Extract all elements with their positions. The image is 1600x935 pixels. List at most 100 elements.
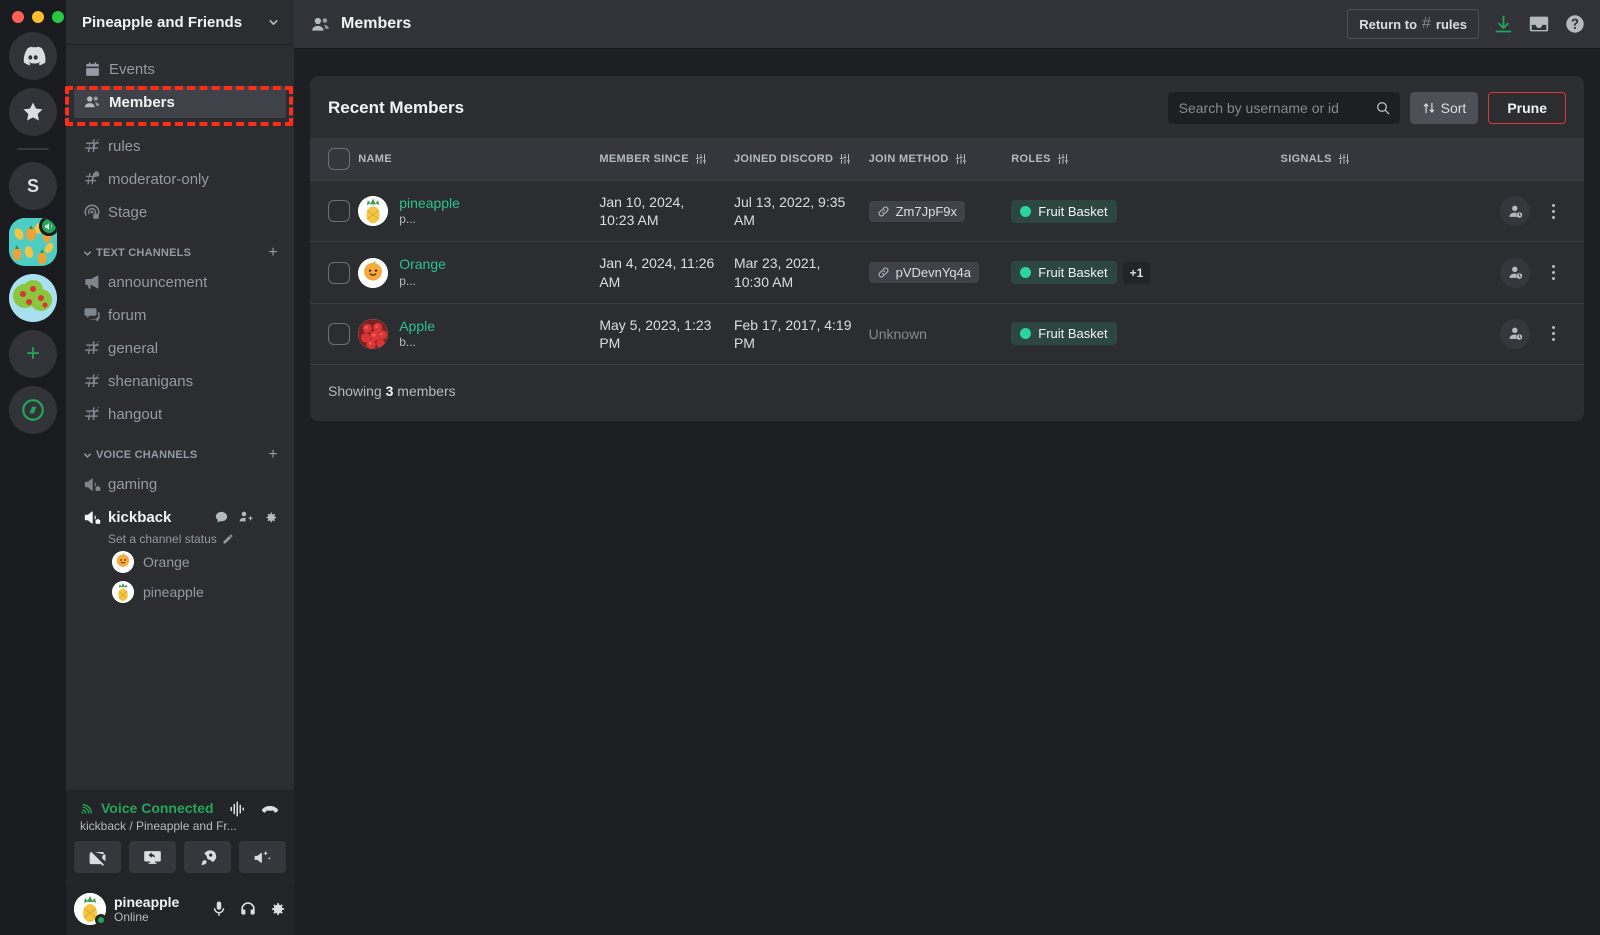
microphone-icon[interactable] [210, 900, 228, 918]
channel-gaming[interactable]: gaming [74, 468, 286, 500]
column-header-name[interactable]: NAME [358, 138, 600, 181]
sort-button[interactable]: Sort [1409, 92, 1479, 124]
channel-announcement[interactable]: announcement [74, 266, 286, 298]
sidebar-item-events[interactable]: Events [74, 53, 286, 85]
select-all-header [310, 138, 359, 181]
maximize-window-dot[interactable] [52, 11, 64, 23]
member-profile-icon[interactable] [1500, 318, 1530, 349]
server-icon-pineapple-and-friends[interactable] [9, 218, 57, 266]
channel-general[interactable]: general [74, 332, 286, 364]
server-header[interactable]: Pineapple and Friends [66, 0, 294, 44]
prune-button[interactable]: Prune [1488, 92, 1566, 124]
search-box[interactable] [1167, 92, 1400, 124]
add-text-channel-button[interactable]: + [268, 245, 278, 261]
set-channel-status-button[interactable]: Set a channel status [66, 532, 294, 546]
prune-label: Prune [1507, 100, 1547, 116]
channel-chat-icon[interactable] [214, 510, 229, 525]
sidebar-item-members[interactable]: Members [74, 86, 286, 118]
table-row[interactable]: pineapple p... Jan 10, 2024, 10:23 AM Ju… [310, 180, 1584, 243]
screen-share-button[interactable] [129, 841, 176, 873]
select-all-checkbox[interactable] [328, 148, 350, 170]
row-checkbox[interactable] [328, 200, 350, 223]
help-icon[interactable] [1564, 13, 1586, 35]
cell-signals [1280, 241, 1492, 304]
page-title: Members [341, 15, 412, 32]
invite-user-icon[interactable] [238, 509, 254, 525]
cell-joined-discord: Jul 13, 2022, 9:35 AM [733, 180, 869, 243]
avatar[interactable] [358, 318, 389, 349]
row-more-options-icon[interactable] [1540, 265, 1566, 281]
member-name[interactable]: Orange [399, 256, 446, 274]
table-row[interactable]: Orange p... Jan 4, 2024, 11:26 AM Mar 23… [310, 241, 1584, 304]
members-icon [310, 14, 331, 35]
search-input[interactable] [1178, 100, 1369, 116]
download-icon[interactable] [1493, 14, 1514, 35]
minimize-window-dot[interactable] [32, 11, 44, 23]
member-profile-icon[interactable] [1500, 257, 1530, 288]
column-header-roles[interactable]: ROLES [1011, 138, 1281, 181]
channel-moderator-only[interactable]: moderator-only [74, 163, 286, 195]
column-header-join-method[interactable]: JOIN METHOD [868, 138, 1012, 181]
channel-shenanigans[interactable]: shenanigans [74, 365, 286, 397]
voice-member-pineapple[interactable]: pineapple [74, 578, 286, 606]
column-header-signals[interactable]: SIGNALS [1280, 138, 1492, 181]
category-voice-channels[interactable]: VOICE CHANNELS + [74, 431, 286, 467]
avatar[interactable] [358, 196, 389, 227]
headphones-icon[interactable] [239, 900, 257, 918]
inbox-icon[interactable] [1528, 13, 1550, 35]
row-checkbox[interactable] [328, 261, 350, 284]
settings-gear-icon[interactable] [268, 900, 286, 918]
camera-off-button[interactable] [74, 841, 121, 873]
column-header-member-since[interactable]: MEMBER SINCE [599, 138, 734, 181]
announcement-icon [82, 272, 102, 292]
invite-code-badge[interactable]: Zm7JpF9x [868, 200, 965, 222]
explore-servers-compass-icon[interactable] [9, 386, 57, 434]
voice-lock-icon [82, 474, 102, 494]
cell-member-since: Jan 10, 2024, 10:23 AM [599, 180, 734, 243]
member-profile-icon[interactable] [1500, 196, 1530, 227]
channel-settings-gear-icon[interactable] [263, 510, 278, 525]
disconnect-call-icon[interactable] [260, 800, 280, 818]
channel-kickback[interactable]: kickback [74, 501, 286, 533]
close-window-dot[interactable] [12, 11, 24, 23]
voice-member-orange[interactable]: Orange [74, 548, 286, 576]
add-voice-channel-button[interactable]: + [268, 447, 278, 463]
channel-forum[interactable]: forum [74, 299, 286, 331]
soundboard-button[interactable] [239, 841, 286, 873]
discord-home-icon[interactable] [9, 32, 57, 80]
member-name[interactable]: pineapple [399, 195, 460, 213]
calendar-icon [82, 59, 102, 79]
add-server-button[interactable]: + [9, 330, 57, 378]
cell-join-method: pVDevnYq4a [868, 241, 1012, 304]
cell-name: Orange p... [358, 241, 600, 304]
row-more-options-icon[interactable] [1540, 203, 1566, 219]
row-checkbox[interactable] [328, 322, 350, 345]
channel-hangout[interactable]: hangout [74, 398, 286, 430]
chevron-down-icon[interactable] [267, 16, 280, 29]
favorites-star-icon[interactable] [9, 88, 57, 136]
channel-stage[interactable]: Stage [74, 196, 286, 228]
return-to-channel-button[interactable]: Return to # rules [1347, 9, 1479, 39]
role-badge[interactable]: Fruit Basket [1011, 322, 1117, 346]
member-name[interactable]: Apple [399, 318, 435, 336]
role-badge[interactable]: Fruit Basket [1011, 199, 1117, 223]
column-header-joined-discord[interactable]: JOINED DISCORD [733, 138, 869, 181]
invite-code-badge[interactable]: pVDevnYq4a [868, 262, 980, 284]
window-controls[interactable] [12, 11, 64, 23]
server-icon-apple[interactable] [9, 274, 57, 322]
channel-rules[interactable]: rules [74, 130, 286, 162]
avatar[interactable] [358, 257, 389, 288]
cell-roles: Fruit Basket +1 [1011, 241, 1281, 304]
voice-signal-meter-icon[interactable] [228, 800, 248, 818]
activity-rocket-button[interactable] [184, 841, 231, 873]
table-row[interactable]: Apple b... May 5, 2023, 1:23 PM Feb 17, … [310, 303, 1584, 366]
extra-roles-badge[interactable]: +1 [1122, 261, 1151, 284]
members-table: NAME MEMBER SINCE JOINED DISCORD JOIN ME… [310, 138, 1584, 366]
server-icon-s[interactable]: S [9, 162, 57, 210]
category-text-channels[interactable]: TEXT CHANNELS + [74, 229, 286, 265]
cell-joined-discord: Feb 17, 2017, 4:19 PM [733, 303, 869, 366]
role-badge[interactable]: Fruit Basket [1011, 261, 1117, 285]
row-more-options-icon[interactable] [1540, 326, 1566, 342]
return-label: Return to [1359, 16, 1418, 32]
avatar[interactable] [74, 892, 107, 926]
